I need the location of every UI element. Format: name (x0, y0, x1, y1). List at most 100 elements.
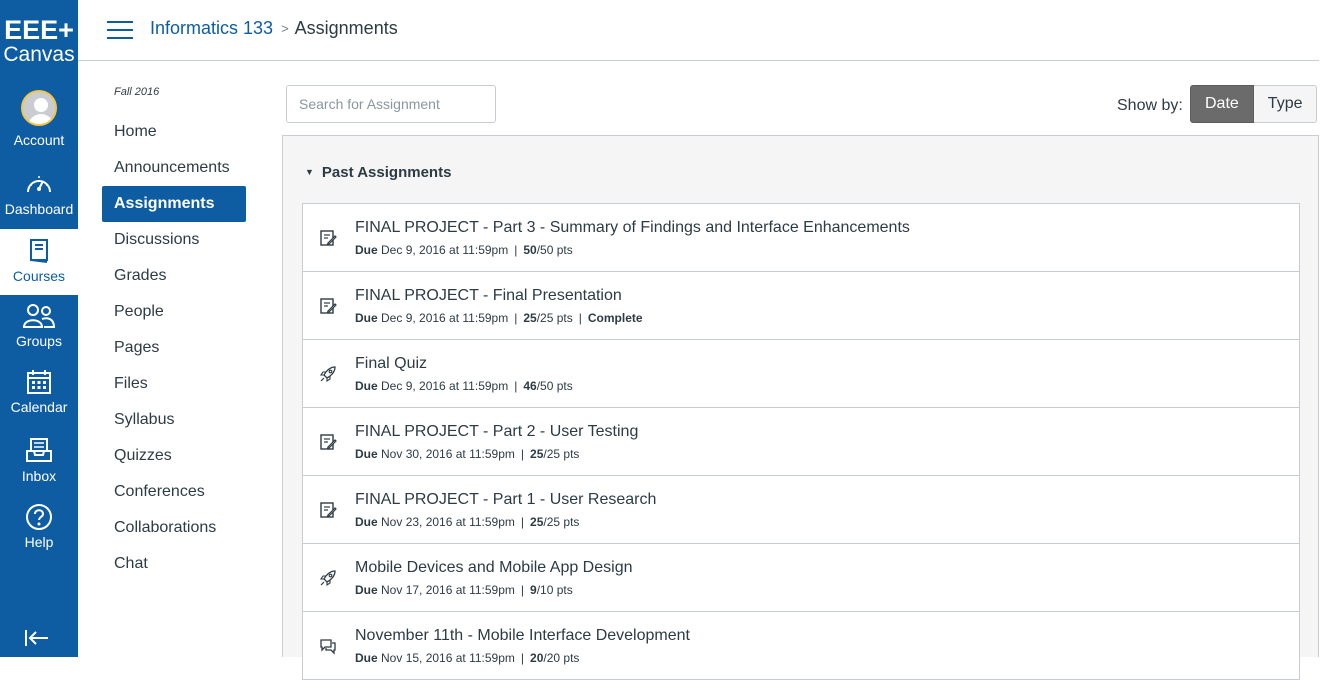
assignment-row[interactable]: FINAL PROJECT - Part 2 - User Testing Du… (303, 408, 1299, 476)
brand-line1: EEE+ (4, 15, 74, 45)
hamburger-menu-icon[interactable] (107, 20, 133, 40)
assignment-title[interactable]: November 11th - Mobile Interface Develop… (355, 627, 690, 645)
discussion-icon (320, 639, 336, 655)
course-nav-files[interactable]: Files (102, 366, 246, 402)
assignment-row[interactable]: Mobile Devices and Mobile App Design Due… (303, 544, 1299, 612)
brand-logo[interactable]: EEE+ Canvas (0, 0, 78, 74)
assignment-title[interactable]: FINAL PROJECT - Final Presentation (355, 287, 622, 305)
course-nav-collaborations[interactable]: Collaborations (102, 510, 246, 546)
global-nav-groups[interactable]: Groups (0, 303, 78, 349)
assignment-row[interactable]: November 11th - Mobile Interface Develop… (303, 612, 1299, 680)
due-label: Due (355, 583, 378, 597)
assignment-row[interactable]: FINAL PROJECT - Part 3 - Summary of Find… (303, 204, 1299, 272)
caret-down-icon: ▼ (305, 167, 314, 177)
assignment-list: FINAL PROJECT - Part 3 - Summary of Find… (302, 203, 1300, 680)
global-nav: EEE+ Canvas Account Dashboard Courses Gr… (0, 0, 78, 657)
points-possible: /50 pts (536, 379, 573, 393)
calendar-icon (27, 370, 51, 394)
quiz-icon (319, 570, 336, 587)
due-label: Due (355, 515, 378, 529)
inbox-icon (26, 438, 52, 462)
assignment-meta: Due Nov 15, 2016 at 11:59pm | 20/20 pts (355, 651, 580, 665)
points-possible: /20 pts (543, 651, 580, 665)
assignment-group-title: Past Assignments (321, 164, 452, 181)
avatar-icon (21, 90, 57, 126)
due-date: Nov 23, 2016 at 11:59pm (381, 515, 515, 529)
global-nav-calendar[interactable]: Calendar (0, 369, 78, 415)
points-possible: /25 pts (543, 447, 580, 461)
points-possible: /25 pts (543, 515, 580, 529)
breadcrumb-separator: > (281, 21, 289, 36)
show-by-toggle: Date Type (1190, 85, 1318, 123)
score-value: 25 (523, 311, 537, 325)
due-label: Due (355, 311, 378, 325)
score-value: 25 (530, 447, 544, 461)
assignment-meta: Due Dec 9, 2016 at 11:59pm | 50/50 pts (355, 243, 573, 257)
global-nav-label: Inbox (21, 468, 57, 484)
global-nav-dashboard[interactable]: Dashboard (0, 172, 78, 217)
score-value: 9 (530, 583, 537, 597)
assignment-title[interactable]: FINAL PROJECT - Part 2 - User Testing (355, 423, 638, 441)
assignment-meta: Due Dec 9, 2016 at 11:59pm | 25/25 pts | Com… (355, 311, 643, 325)
due-label: Due (355, 379, 378, 393)
show-by-label: Show by: (1117, 97, 1183, 114)
assignment-row[interactable]: Final Quiz Due Dec 9, 2016 at 11:59pm | 46… (303, 340, 1299, 408)
courses-icon (30, 239, 48, 263)
course-nav-grades[interactable]: Grades (102, 258, 246, 294)
assignment-title[interactable]: FINAL PROJECT - Part 1 - User Research (355, 491, 656, 509)
assignment-group: ▼ Past Assignments FINAL PROJECT - Part 3… (282, 135, 1319, 680)
due-date: Nov 30, 2016 at 11:59pm (381, 447, 515, 461)
course-nav-discussions[interactable]: Discussions (102, 222, 246, 258)
course-nav-pages[interactable]: Pages (102, 330, 246, 366)
global-nav-label: Account (13, 132, 65, 148)
help-icon (26, 504, 52, 530)
global-nav-label: Help (24, 534, 54, 550)
global-nav-label: Calendar (10, 399, 68, 415)
global-nav-account[interactable]: Account (0, 90, 78, 148)
global-nav-inbox[interactable]: Inbox (0, 437, 78, 484)
global-nav-label: Groups (16, 333, 62, 349)
assignment-title[interactable]: FINAL PROJECT - Part 3 - Summary of Find… (355, 219, 910, 237)
due-date: Nov 15, 2016 at 11:59pm (381, 651, 515, 665)
groups-icon (22, 304, 56, 328)
breadcrumb-course-link[interactable]: Informatics 133 (150, 18, 273, 38)
global-nav-label: Courses (12, 268, 66, 284)
course-nav-announcements[interactable]: Announcements (102, 150, 246, 186)
course-nav-home[interactable]: Home (102, 114, 246, 150)
due-label: Due (355, 651, 378, 665)
global-nav-help[interactable]: Help (0, 503, 78, 550)
course-nav: Fall 2016 Home Announcements Assignments… (102, 84, 262, 582)
course-nav-assignments[interactable]: Assignments (102, 186, 246, 222)
score-value: 46 (523, 379, 537, 393)
course-nav-chat[interactable]: Chat (102, 546, 246, 582)
due-date: Nov 17, 2016 at 11:59pm (381, 583, 515, 597)
quiz-icon (319, 366, 336, 383)
assignment-icon (320, 298, 337, 314)
due-label: Due (355, 447, 378, 461)
show-by-date-button[interactable]: Date (1190, 85, 1254, 123)
course-nav-people[interactable]: People (102, 294, 246, 330)
points-possible: /25 pts (536, 311, 573, 325)
course-nav-syllabus[interactable]: Syllabus (102, 402, 246, 438)
global-nav-courses[interactable]: Courses (0, 229, 78, 295)
show-by-type-button[interactable]: Type (1253, 85, 1318, 123)
due-date: Dec 9, 2016 at 11:59pm (381, 311, 509, 325)
assignment-icon (320, 434, 337, 450)
assignment-row[interactable]: FINAL PROJECT - Part 1 - User Research D… (303, 476, 1299, 544)
assignment-meta: Due Nov 30, 2016 at 11:59pm | 25/25 pts (355, 447, 580, 461)
assignment-row[interactable]: FINAL PROJECT - Final Presentation Due D… (303, 272, 1299, 340)
assignment-group-header[interactable]: ▼ Past Assignments (305, 164, 451, 181)
score-value: 50 (523, 243, 537, 257)
points-possible: /50 pts (536, 243, 573, 257)
assignment-search-input[interactable] (286, 85, 496, 123)
collapse-nav-icon[interactable] (24, 628, 50, 648)
assignment-title[interactable]: Mobile Devices and Mobile App Design (355, 559, 632, 577)
brand-line2: Canvas (3, 43, 75, 66)
assignment-title[interactable]: Final Quiz (355, 355, 427, 373)
course-nav-quizzes[interactable]: Quizzes (102, 438, 246, 474)
score-value: 20 (530, 651, 544, 665)
course-nav-conferences[interactable]: Conferences (102, 474, 246, 510)
assignment-meta: Due Dec 9, 2016 at 11:59pm | 46/50 pts (355, 379, 573, 393)
assignment-icon (320, 502, 337, 518)
page-header: Informatics 133 > Assignments (78, 0, 1319, 61)
